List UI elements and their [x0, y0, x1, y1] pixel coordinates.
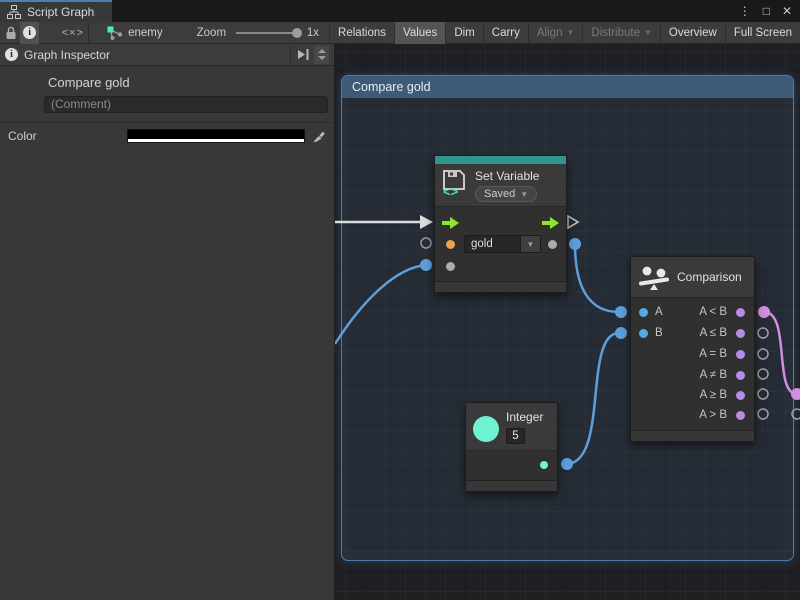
- graph-canvas[interactable]: Compare gold: [335, 44, 800, 600]
- output-label: A ≥ B: [700, 388, 727, 402]
- align-dropdown[interactable]: Align ▼: [528, 22, 583, 44]
- chevron-down-icon: ▼: [566, 28, 574, 37]
- code-icon: <×>: [62, 27, 84, 39]
- graph-inspector-panel: i Graph Inspector Compare gold Color: [0, 44, 335, 600]
- node-comparison[interactable]: Comparison A A < B B A ≤ B A = B: [630, 256, 755, 442]
- variable-ref-port[interactable]: [446, 240, 455, 249]
- chevron-down-icon: ▼: [644, 28, 652, 37]
- full-screen-button[interactable]: Full Screen: [725, 22, 800, 44]
- overview-button[interactable]: Overview: [660, 22, 725, 44]
- carry-button[interactable]: Carry: [483, 22, 528, 44]
- variable-name-dropdown[interactable]: gold ▼: [464, 235, 541, 253]
- value-input-port[interactable]: [446, 262, 455, 271]
- node-footer: [631, 430, 754, 441]
- script-graph-window: Script Graph ⋮ □ ✕ i <×>: [0, 0, 800, 600]
- inspector-title: Graph Inspector: [24, 48, 284, 62]
- chevron-down-icon: ▼: [520, 190, 528, 199]
- flow-input-port[interactable]: [442, 217, 460, 229]
- close-icon[interactable]: ✕: [782, 5, 792, 17]
- output-label: A < B: [699, 305, 727, 319]
- color-label: Color: [8, 129, 127, 143]
- input-label-a: A: [655, 305, 663, 319]
- inspector-toggle-button[interactable]: i: [20, 22, 39, 44]
- info-icon: i: [5, 48, 18, 61]
- integer-type-icon: [473, 416, 499, 442]
- toolbar-separator: [88, 22, 89, 44]
- node-integer[interactable]: Integer 5: [465, 402, 558, 492]
- integer-value-field[interactable]: 5: [506, 428, 525, 444]
- node-title: Comparison: [677, 270, 742, 284]
- zoom-label: Zoom: [197, 27, 226, 39]
- comment-input[interactable]: [44, 96, 328, 113]
- graph-inspector-header: i Graph Inspector: [0, 44, 334, 66]
- dock-panel-icon[interactable]: [297, 48, 310, 61]
- dim-button[interactable]: Dim: [445, 22, 482, 44]
- output-label: A ≠ B: [700, 368, 727, 382]
- graph-title: Compare gold: [48, 75, 334, 90]
- zoom-slider-handle[interactable]: [292, 28, 302, 38]
- node-footer: [466, 480, 557, 491]
- graph-reference[interactable]: enemy: [107, 26, 163, 40]
- lock-icon: [5, 26, 17, 40]
- node-footer: [435, 281, 566, 292]
- integer-output-port[interactable]: [540, 461, 548, 469]
- flow-output-port[interactable]: [542, 217, 560, 229]
- spin-up-icon[interactable]: [318, 49, 326, 53]
- chevron-down-icon[interactable]: ▼: [521, 235, 541, 253]
- output-label: A > B: [699, 408, 727, 422]
- input-port-b[interactable]: [639, 329, 648, 338]
- output-port-a-ne-b[interactable]: [736, 371, 745, 380]
- node-title: Integer: [506, 410, 543, 424]
- output-label: A = B: [699, 347, 727, 361]
- relations-button[interactable]: Relations: [329, 22, 394, 44]
- node-title: Set Variable: [475, 169, 539, 183]
- value-output-port[interactable]: [548, 240, 557, 249]
- variable-scope-dropdown[interactable]: Saved ▼: [475, 186, 537, 202]
- distribute-dropdown[interactable]: Distribute ▼: [582, 22, 660, 44]
- variable-name-value: gold: [464, 235, 521, 253]
- spin-down-icon[interactable]: [318, 56, 326, 60]
- output-label: A ≤ B: [700, 326, 727, 340]
- tab-script-graph[interactable]: Script Graph: [0, 0, 112, 22]
- window-menu-icon[interactable]: ⋮: [739, 5, 751, 17]
- title-bar: Script Graph ⋮ □ ✕: [0, 0, 800, 22]
- lock-button[interactable]: [2, 22, 20, 44]
- node-set-variable[interactable]: <> Set Variable Saved ▼: [434, 155, 567, 293]
- node-accent-bar: [435, 156, 566, 164]
- input-port-a[interactable]: [639, 308, 648, 317]
- zoom-slider[interactable]: [236, 32, 299, 34]
- color-swatch-value: [128, 130, 304, 139]
- zoom-value: 1x: [307, 27, 319, 39]
- color-alpha-strip: [128, 139, 304, 142]
- tab-label: Script Graph: [27, 5, 94, 19]
- group-header[interactable]: Compare gold: [342, 76, 793, 98]
- code-view-button[interactable]: <×>: [59, 22, 86, 44]
- output-port-a-lt-b[interactable]: [736, 308, 745, 317]
- eyedropper-icon: [312, 130, 325, 143]
- color-field[interactable]: [127, 129, 305, 143]
- input-label-b: B: [655, 326, 663, 340]
- panel-spinner[interactable]: [314, 46, 329, 64]
- values-button[interactable]: Values: [394, 22, 445, 44]
- graph-reference-label: enemy: [128, 27, 163, 39]
- output-port-a-ge-b[interactable]: [736, 391, 745, 400]
- graph-toolbar: i <×> enemy Zoom 1x Relations Values: [0, 22, 800, 44]
- output-port-a-eq-b[interactable]: [736, 350, 745, 359]
- output-port-a-le-b[interactable]: [736, 329, 745, 338]
- script-graph-icon: [7, 5, 21, 19]
- comparison-scale-icon: [639, 264, 669, 291]
- toolbar-buttons: Relations Values Dim Carry Align ▼ Distr…: [329, 22, 800, 44]
- info-icon: i: [23, 26, 36, 39]
- svg-text:<>: <>: [443, 184, 459, 197]
- save-variable-icon: <>: [442, 169, 468, 197]
- output-port-a-gt-b[interactable]: [736, 411, 745, 420]
- eyedropper-button[interactable]: [310, 128, 326, 144]
- graph-asset-icon: [107, 26, 123, 40]
- maximize-icon[interactable]: □: [763, 5, 770, 17]
